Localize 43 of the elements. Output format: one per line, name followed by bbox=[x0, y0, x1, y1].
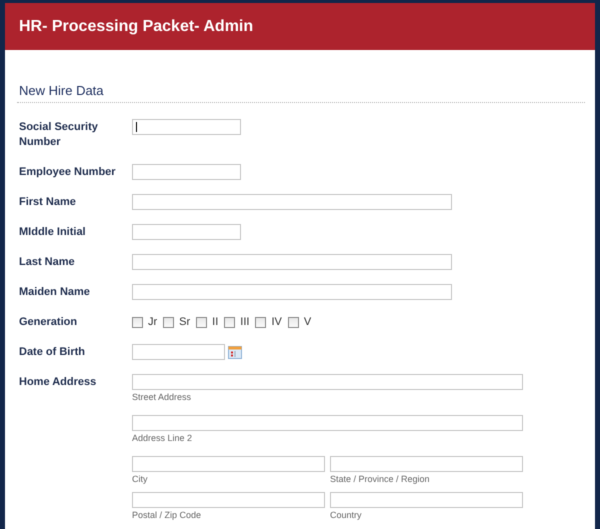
field-label: MIddle Initial bbox=[18, 225, 87, 240]
field-label: Maiden Name bbox=[18, 285, 91, 300]
input-field[interactable] bbox=[330, 456, 523, 472]
input-field[interactable] bbox=[132, 164, 241, 180]
field-label: Generation bbox=[18, 315, 78, 330]
checkbox[interactable] bbox=[132, 316, 143, 328]
checkbox-label: Jr bbox=[148, 316, 158, 328]
calendar-icon[interactable] bbox=[228, 345, 242, 359]
checkbox-label: Sr bbox=[179, 316, 190, 328]
field-sublabel: Country bbox=[330, 509, 363, 522]
date-field[interactable] bbox=[132, 344, 225, 360]
page-title: HR- Processing Packet- Admin bbox=[19, 18, 254, 36]
field-label: Social Security Number bbox=[18, 120, 99, 150]
field-label: Home Address bbox=[18, 375, 98, 390]
field-sublabel: City bbox=[132, 473, 148, 486]
input-field[interactable] bbox=[132, 374, 523, 390]
input-field[interactable] bbox=[330, 492, 523, 508]
checkbox[interactable] bbox=[255, 316, 266, 328]
checkbox[interactable] bbox=[224, 316, 236, 328]
checkbox[interactable] bbox=[288, 316, 299, 328]
checkbox-label: II bbox=[212, 316, 218, 328]
field-label: Employee Number bbox=[18, 165, 117, 180]
input-field[interactable] bbox=[132, 415, 523, 431]
input-field[interactable] bbox=[132, 284, 452, 300]
checkbox[interactable] bbox=[196, 316, 208, 328]
field-sublabel: Street Address bbox=[132, 391, 192, 404]
field-label: Last Name bbox=[18, 255, 76, 270]
field-label: Date of Birth bbox=[18, 345, 86, 360]
input-field[interactable] bbox=[132, 456, 325, 472]
input-field[interactable] bbox=[132, 254, 452, 270]
input-field[interactable] bbox=[132, 492, 325, 508]
input-field[interactable] bbox=[132, 224, 241, 240]
input-field[interactable] bbox=[132, 194, 452, 210]
input-field[interactable] bbox=[132, 119, 241, 135]
field-label: First Name bbox=[18, 195, 77, 210]
checkbox-label: IV bbox=[271, 316, 282, 328]
field-sublabel: Postal / Zip Code bbox=[132, 509, 202, 522]
section-title: New Hire Data bbox=[17, 83, 585, 103]
checkbox[interactable] bbox=[163, 316, 174, 328]
checkbox-label: III bbox=[240, 316, 250, 328]
checkbox-label: V bbox=[304, 316, 312, 328]
field-sublabel: Address Line 2 bbox=[132, 432, 194, 445]
field-sublabel: State / Province / Region bbox=[330, 473, 431, 486]
